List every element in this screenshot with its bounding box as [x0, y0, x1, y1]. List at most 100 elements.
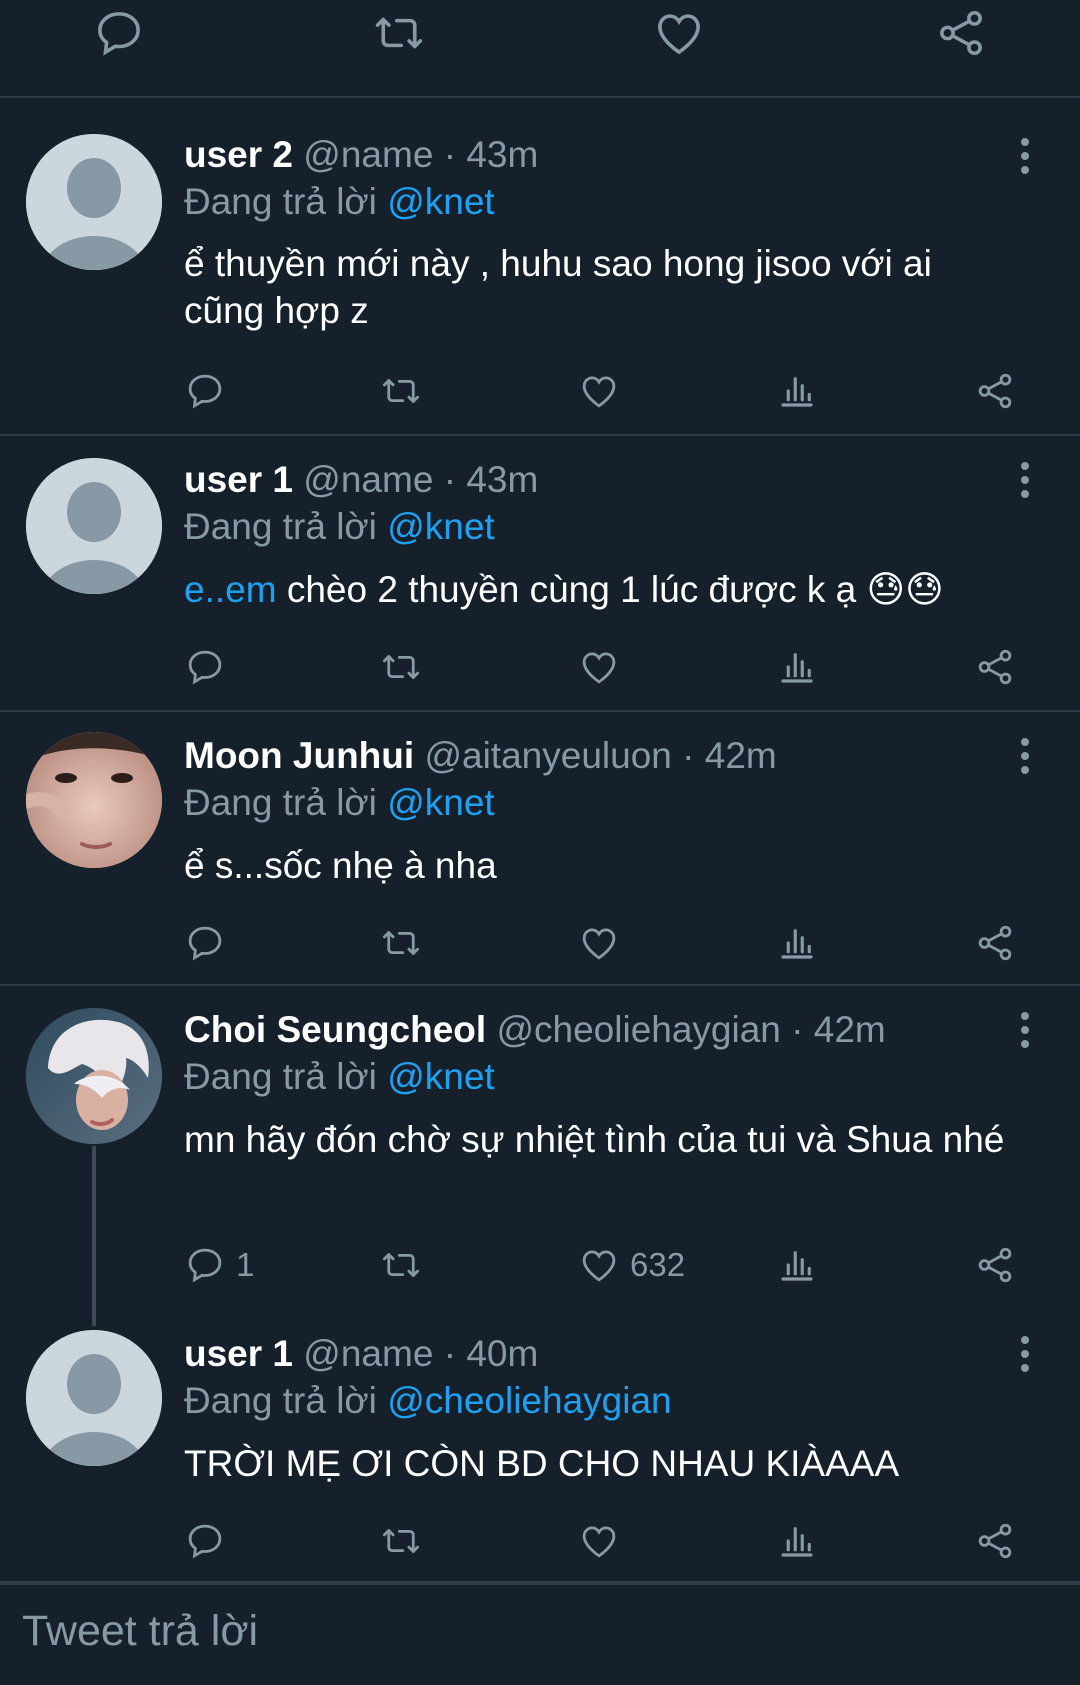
like-icon: [582, 652, 616, 684]
timestamp[interactable]: 40m: [466, 1333, 538, 1374]
share-icon: [978, 1247, 1012, 1283]
share-icon[interactable]: [934, 6, 988, 60]
display-name[interactable]: Choi Seungcheol: [184, 1009, 486, 1050]
reply-icon[interactable]: [92, 6, 146, 60]
like-button[interactable]: [578, 366, 620, 416]
analytics-button[interactable]: [776, 1240, 818, 1290]
separator: ·: [443, 1333, 457, 1374]
like-icon[interactable]: [652, 6, 706, 60]
more-options-icon[interactable]: [1010, 734, 1040, 778]
tweet-reply[interactable]: Moon Junhui @aitanyeuluon · 42m Đang trả…: [0, 712, 1080, 986]
display-name[interactable]: user 2: [184, 134, 293, 175]
tweet-reply[interactable]: Choi Seungcheol @cheoliehaygian · 42m Đa…: [0, 986, 1080, 1308]
share-icon: [978, 925, 1012, 961]
reply-button[interactable]: [184, 1516, 226, 1566]
replying-to: Đang trả lời @knet: [184, 180, 495, 224]
retweet-button[interactable]: [380, 918, 422, 968]
mention-link[interactable]: @knet: [387, 181, 495, 222]
mention-link[interactable]: @cheoliehaygian: [387, 1380, 671, 1421]
mention-link[interactable]: @knet: [387, 1056, 495, 1097]
avatar[interactable]: [26, 1008, 162, 1144]
analytics-button[interactable]: [776, 366, 818, 416]
timestamp[interactable]: 43m: [466, 459, 538, 500]
replying-prefix: Đang trả lời: [184, 181, 377, 222]
reply-icon: [188, 1248, 222, 1283]
analytics-icon: [781, 929, 813, 959]
more-options-icon[interactable]: [1010, 458, 1040, 502]
like-icon: [582, 376, 616, 408]
replying-to: Đang trả lời @knet: [184, 1055, 495, 1099]
user-handle[interactable]: @aitanyeuluon: [424, 735, 671, 776]
replying-prefix: Đang trả lời: [184, 1380, 377, 1421]
timestamp[interactable]: 42m: [705, 735, 777, 776]
mention-link[interactable]: @knet: [387, 506, 495, 547]
mention-link[interactable]: @knet: [387, 782, 495, 823]
replying-to: Đang trả lời @cheoliehaygian: [184, 1379, 672, 1423]
display-name[interactable]: user 1: [184, 459, 293, 500]
reply-icon: [188, 374, 222, 409]
like-icon: [582, 1250, 616, 1282]
like-button[interactable]: [578, 642, 620, 692]
analytics-button[interactable]: [776, 1516, 818, 1566]
share-icon: [978, 1523, 1012, 1559]
separator: ·: [682, 735, 695, 776]
more-options-icon[interactable]: [1010, 1008, 1040, 1052]
tweet-reply[interactable]: user 1 @name · 40m Đang trả lời @cheolie…: [0, 1310, 1080, 1583]
avatar[interactable]: [26, 1330, 162, 1466]
share-button[interactable]: [974, 366, 1016, 416]
tweet-actions: 1 632: [184, 1240, 1044, 1290]
retweet-button[interactable]: [380, 642, 422, 692]
emoji: 😓😓: [866, 569, 944, 610]
display-name[interactable]: user 1: [184, 1333, 293, 1374]
tweet-header: user 1 @name · 40m: [184, 1332, 538, 1376]
user-handle[interactable]: @name: [303, 134, 433, 175]
tweet-text: ể thuyền mới này , huhu sao hong jisoo v…: [184, 243, 932, 331]
like-count: 632: [630, 1246, 686, 1283]
text-link[interactable]: e..em: [184, 569, 277, 610]
analytics-icon: [781, 377, 813, 407]
tweet-header: Choi Seungcheol @cheoliehaygian · 42m: [184, 1008, 886, 1052]
user-handle[interactable]: @name: [303, 1333, 433, 1374]
retweet-button[interactable]: [380, 1240, 422, 1290]
avatar[interactable]: [26, 458, 162, 594]
analytics-icon: [781, 1527, 813, 1557]
tweet-reply[interactable]: user 2 @name · 43m Đang trả lời @knet ể …: [0, 98, 1080, 436]
timestamp[interactable]: 42m: [814, 1009, 886, 1050]
reply-button[interactable]: [184, 918, 226, 968]
more-options-icon[interactable]: [1010, 1332, 1040, 1376]
more-options-icon[interactable]: [1010, 134, 1040, 178]
like-button[interactable]: [578, 1516, 620, 1566]
reply-button[interactable]: [184, 642, 226, 692]
share-button[interactable]: [974, 918, 1016, 968]
display-name[interactable]: Moon Junhui: [184, 735, 414, 776]
tweet-reply[interactable]: user 1 @name · 43m Đang trả lời @knet e.…: [0, 436, 1080, 712]
timestamp[interactable]: 43m: [466, 134, 538, 175]
reply-count: 1: [236, 1246, 255, 1283]
retweet-icon: [382, 931, 420, 955]
reply-button[interactable]: 1: [184, 1240, 254, 1290]
profile-photo-icon: [26, 732, 162, 868]
share-button[interactable]: [974, 642, 1016, 692]
reply-button[interactable]: [184, 366, 226, 416]
analytics-button[interactable]: [776, 642, 818, 692]
tweet-thread-page: user 2 @name · 43m Đang trả lời @knet ể …: [0, 0, 1080, 1685]
like-icon: [582, 1526, 616, 1558]
analytics-button[interactable]: [776, 918, 818, 968]
reply-input-placeholder[interactable]: Tweet trả lời: [22, 1607, 258, 1656]
share-button[interactable]: [974, 1240, 1016, 1290]
avatar[interactable]: [26, 134, 162, 270]
replying-to: Đang trả lời @knet: [184, 781, 495, 825]
retweet-icon[interactable]: [372, 6, 426, 60]
retweet-button[interactable]: [380, 366, 422, 416]
share-button[interactable]: [974, 1516, 1016, 1566]
retweet-button[interactable]: [380, 1516, 422, 1566]
tweet-text: TRỜI MẸ ƠI CÒN BD CHO NHAU KIÀAAA: [184, 1443, 900, 1484]
user-handle[interactable]: @name: [303, 459, 433, 500]
like-button[interactable]: 632: [578, 1240, 685, 1290]
reply-icon: [188, 926, 222, 961]
user-handle[interactable]: @cheoliehaygian: [496, 1009, 780, 1050]
share-icon: [978, 373, 1012, 409]
reply-composer[interactable]: Tweet trả lời: [0, 1583, 1080, 1685]
like-button[interactable]: [578, 918, 620, 968]
avatar[interactable]: [26, 732, 162, 868]
